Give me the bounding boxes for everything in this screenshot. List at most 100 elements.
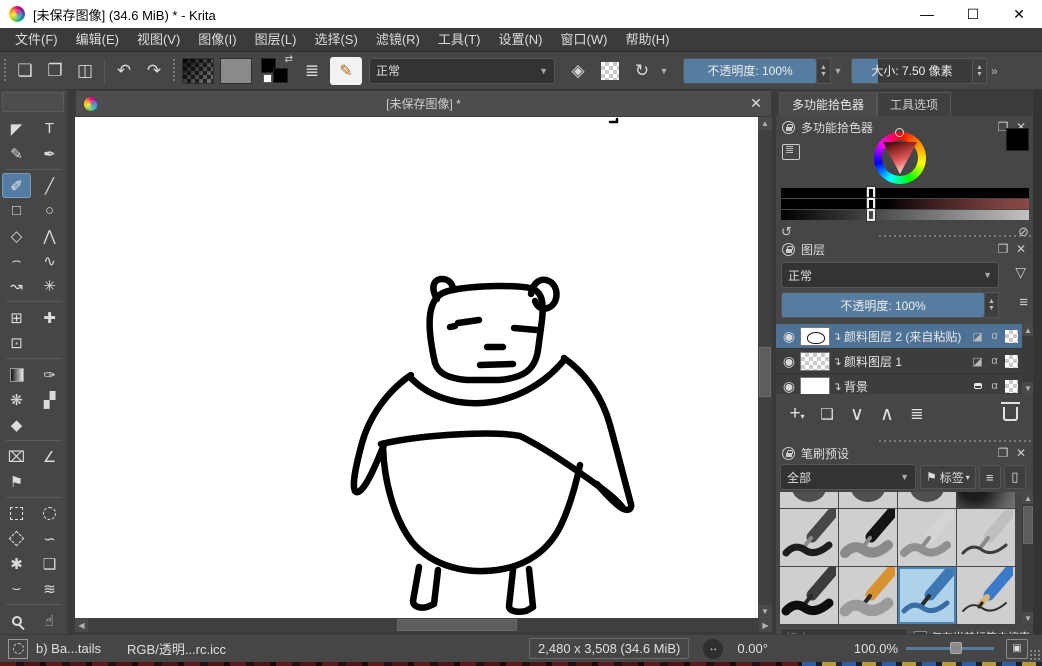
pattern-chooser[interactable] [220,58,252,84]
color-profile-label[interactable]: RGB/透明...rc.icc [127,639,226,658]
magnetic-selection-tool[interactable]: ≋ [35,576,64,601]
maximize-button[interactable]: ☐ [950,0,996,28]
color-sampler-tool[interactable]: ✑ [35,362,64,387]
tab-advanced-color-selector[interactable]: 多功能拾色器 [779,92,877,116]
gradient-tool[interactable] [2,362,31,387]
layer-row[interactable]: ◉↴背景α [776,374,1022,394]
toolbar-overflow-button[interactable]: » [991,64,998,78]
duplicate-layer-button[interactable]: ❏ [812,405,842,423]
contiguous-selection-tool[interactable]: ❏ [35,551,64,576]
history-bar[interactable] [781,188,1029,198]
inherit-alpha-icon[interactable]: ◪ [969,355,986,368]
transform-tool[interactable]: ⊞ [2,305,31,330]
brush-preset-thumbnail[interactable] [898,509,956,566]
tab-tool-options[interactable]: 工具选项 [877,92,951,116]
pan-tool[interactable]: ☝ [35,608,64,633]
layer-properties-button[interactable]: ≣ [902,404,932,424]
layer-visibility-icon[interactable]: ◉ [778,353,800,370]
canvas[interactable] [75,117,758,618]
enclose-fill-tool[interactable]: ⌧ [2,444,31,469]
reference-images-tool[interactable]: ⚑ [2,469,31,494]
rectangle-tool[interactable]: □ [2,198,31,223]
shade-bar-gray[interactable] [781,210,1029,220]
eraser-mode-button[interactable]: ◈ [563,57,593,85]
layer-visibility-icon[interactable]: ◉ [778,328,800,345]
polygon-tool[interactable]: ◇ [2,223,31,248]
selector-settings-icon[interactable] [782,144,800,160]
menu-item-1[interactable]: 编辑(E) [67,28,128,52]
zoom-tool[interactable] [2,608,31,633]
alpha-lock-icon[interactable]: α [986,330,1003,342]
blending-mode-combo[interactable]: 正常 ▼ [369,58,555,84]
bar-handle[interactable] [867,209,875,221]
layer-opacity-spinner[interactable]: ▲▼ [985,292,999,318]
polygonal-selection-tool[interactable] [2,526,31,551]
brush-preset-thumbnail[interactable] [839,509,897,566]
layer-name[interactable]: 颜料图层 2 (来自粘贴) [844,328,969,345]
measure-tool[interactable]: ∠ [35,444,64,469]
brush-preset-thumbnail[interactable] [780,492,838,508]
layer-thumbnail[interactable] [800,352,830,371]
menu-item-3[interactable]: 图像(I) [189,28,245,52]
horizontal-scrollbar[interactable]: ◀ ▶ [75,618,772,632]
layer-options-icon[interactable]: ≡ [1019,294,1028,311]
minimize-button[interactable]: — [904,0,950,28]
menu-item-6[interactable]: 滤镜(R) [367,28,429,52]
scroll-left-icon[interactable]: ◀ [75,618,88,632]
image-dimensions[interactable]: 2,480 x 3,508 (34.6 MiB) [529,638,689,659]
scroll-down-icon[interactable]: ▼ [758,605,772,618]
toolbar-grip[interactable] [171,59,177,83]
edit-brush-settings-button[interactable]: ✎ [330,57,362,85]
size-spinner[interactable]: ▲▼ [973,58,987,84]
transform-select-tool[interactable]: ◤ [2,116,31,141]
docker-scroll-strip[interactable] [1033,90,1042,666]
brush-preset-thumbnail[interactable] [839,492,897,508]
new-document-button[interactable]: ❏ [10,57,40,85]
sv-triangle[interactable] [883,142,917,174]
layer-thumbnail[interactable] [800,327,830,346]
menu-item-0[interactable]: 文件(F) [6,28,67,52]
docker-lock-icon[interactable] [782,243,795,256]
smart-patch-tool[interactable]: ▞ [35,387,64,412]
layer-opacity-slider[interactable]: 不透明度: 100% [781,292,985,318]
freehand-brush-tool[interactable]: ✐ [2,173,31,198]
close-button[interactable]: ✕ [996,0,1042,28]
elliptical-selection-tool[interactable] [35,501,64,526]
display-mode-icon[interactable]: ▯ [1004,465,1026,489]
fill-tool[interactable]: ◆ [2,412,31,437]
multibrush-tool[interactable]: ✳ [35,273,64,298]
brush-preset-thumbnail[interactable] [780,509,838,566]
scroll-right-icon[interactable]: ▶ [759,618,772,632]
crop-tool[interactable]: ⊡ [2,330,31,355]
move-layer-up-button[interactable]: ∧ [872,403,902,426]
selection-mode-icon[interactable] [8,639,28,659]
docker-lock-icon[interactable] [782,447,795,460]
delete-layer-button[interactable] [1003,407,1018,421]
move-layer-down-button[interactable]: ∨ [842,403,872,426]
menu-item-10[interactable]: 帮助(H) [616,28,678,52]
brush-preset-thumbnail[interactable] [780,567,838,624]
brush-filter-combo[interactable]: 全部 ▼ [780,464,916,490]
alpha-channel-icon[interactable] [1005,330,1018,343]
opacity-spinner[interactable]: ▲▼ [817,58,831,84]
menu-item-4[interactable]: 图层(L) [246,28,306,52]
undo-button[interactable]: ↶ [109,57,139,85]
line-tool[interactable]: ╱ [35,173,64,198]
layer-thumbnail[interactable] [800,377,830,395]
background-color[interactable] [273,68,288,83]
polyline-tool[interactable]: ⋀ [35,223,64,248]
color-wheel[interactable] [874,132,926,184]
layer-row[interactable]: ◉↴颜料图层 2 (来自粘贴)◪α [776,324,1022,349]
zoom-reset-button[interactable]: ▣ [1006,639,1028,659]
chevron-down-icon[interactable]: ▼ [657,66,671,76]
brush-size-slider[interactable]: 大小: 7.50 像素 [851,58,973,84]
toolbar-grip[interactable] [2,59,8,83]
tag-button[interactable]: ⚑ 标签 ▾ [920,465,976,489]
horizontal-scroll-thumb[interactable] [397,619,517,631]
vertical-scroll-thumb[interactable] [759,347,771,397]
layer-lock-icon[interactable] [969,380,986,392]
float-docker-icon[interactable]: ❐ [994,446,1012,460]
docker-lock-icon[interactable] [782,121,795,134]
freehand-selection-tool[interactable]: ∽ [35,526,64,551]
scroll-up-icon[interactable]: ▲ [758,117,772,130]
